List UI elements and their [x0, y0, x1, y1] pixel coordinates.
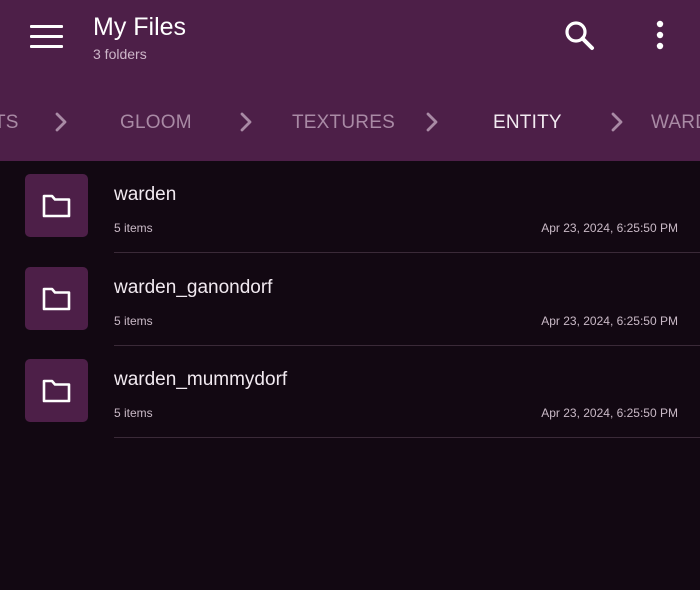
item-count: 5 items — [114, 314, 153, 328]
folder-icon — [42, 287, 71, 311]
divider — [114, 252, 700, 253]
item-count: 5 items — [114, 221, 153, 235]
list-item-warden-mummydorf[interactable]: warden_mummydorf 5 items Apr 23, 2024, 6… — [0, 346, 700, 438]
folder-tile — [25, 359, 88, 422]
folder-icon — [42, 194, 71, 218]
modified-date: Apr 23, 2024, 6:25:50 PM — [541, 406, 678, 420]
menu-button[interactable] — [22, 20, 70, 54]
folder-name: warden_mummydorf — [114, 369, 288, 390]
divider — [114, 437, 700, 438]
breadcrumb-item-textures[interactable]: TEXTURES — [292, 112, 395, 134]
breadcrumb-item-ts[interactable]: TS — [0, 112, 19, 134]
top-app-bar: My Files 3 folders — [0, 0, 700, 84]
more-vertical-icon — [656, 20, 664, 50]
hamburger-menu-icon — [30, 25, 63, 28]
folder-tile — [25, 174, 88, 237]
breadcrumb: TS GLOOM TEXTURES ENTITY WARDEN — [0, 84, 700, 161]
file-manager-app: My Files 3 folders TS GLOOM TEXTURES — [0, 0, 700, 590]
folder-tile — [25, 267, 88, 330]
list-item-warden[interactable]: warden 5 items Apr 23, 2024, 6:25:50 PM — [0, 161, 700, 253]
folder-name: warden_ganondorf — [114, 277, 273, 298]
page-title: My Files — [93, 13, 187, 41]
search-button[interactable] — [560, 16, 600, 56]
item-count: 5 items — [114, 406, 153, 420]
folder-icon — [42, 379, 71, 403]
list-item-warden-ganondorf[interactable]: warden_ganondorf 5 items Apr 23, 2024, 6… — [0, 254, 700, 346]
folder-count-subtitle: 3 folders — [93, 46, 147, 62]
chevron-right-icon — [426, 112, 438, 132]
breadcrumb-item-warden[interactable]: WARDEN — [651, 112, 700, 134]
search-icon — [565, 21, 594, 50]
chevron-right-icon — [55, 112, 67, 132]
breadcrumb-item-gloom[interactable]: GLOOM — [120, 112, 192, 134]
chevron-right-icon — [611, 112, 623, 132]
chevron-right-icon — [240, 112, 252, 132]
modified-date: Apr 23, 2024, 6:25:50 PM — [541, 314, 678, 328]
breadcrumb-item-entity[interactable]: ENTITY — [493, 112, 562, 134]
modified-date: Apr 23, 2024, 6:25:50 PM — [541, 221, 678, 235]
more-options-button[interactable] — [645, 16, 675, 56]
folder-name: warden — [114, 184, 177, 205]
